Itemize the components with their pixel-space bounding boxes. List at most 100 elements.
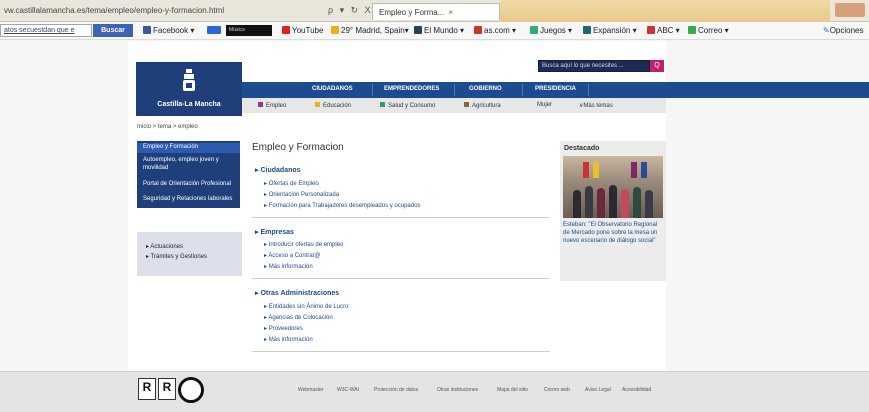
url-field[interactable]: vw.castillalamancha.es/tema/empleo/emple…: [4, 6, 224, 15]
wrench-icon: ✎: [823, 26, 830, 35]
site-search-button[interactable]: Q: [650, 60, 664, 72]
destacado-title: Destacado: [564, 145, 600, 152]
facebook-icon: [143, 26, 151, 34]
fav-juegos[interactable]: Juegos ▾: [530, 26, 572, 35]
theme-mas-temas[interactable]: ∨Más temas: [579, 102, 613, 109]
nav-emprendedores[interactable]: EMPRENDEDORES: [384, 86, 439, 92]
link-introducir-ofertas[interactable]: ▸ Introducir ofertas de empleo: [264, 241, 343, 248]
accessibility-ring-badge[interactable]: [178, 377, 204, 403]
web-page: Castilla-La Mancha Busca aquí lo que nec…: [0, 41, 869, 412]
youtube-icon: [282, 26, 290, 34]
left-sidebar-nav: Empleo y Formación Autoempleo, empleo jo…: [137, 141, 240, 208]
sidebar-item-seguridad[interactable]: Seguridad y Relaciones laborales: [143, 195, 237, 203]
browser-address-bar: vw.castillalamancha.es/tema/empleo/emple…: [0, 0, 869, 22]
theme-salud[interactable]: Salud y Consumo: [380, 102, 435, 109]
link-ofertas[interactable]: ▸ Ofertas de Empleo: [264, 180, 319, 187]
as-icon: [474, 26, 482, 34]
theme-empleo[interactable]: Empleo: [258, 102, 286, 109]
footer-correo[interactable]: Correo web: [544, 387, 570, 393]
window-buttons[interactable]: [835, 3, 865, 17]
actuaciones-link[interactable]: ▸ Actuaciones: [146, 243, 183, 250]
destacado-photo[interactable]: [563, 156, 663, 218]
divider: [252, 351, 550, 352]
site-footer: R R Webmaster W3C-WAI Protección de dato…: [0, 371, 869, 412]
favorites-bar: atos secuestdan que e Buscar Facebook ▾ …: [0, 22, 869, 40]
link-mas-info-empresas[interactable]: ▸ Más información: [264, 263, 313, 270]
footer-accesibilidad[interactable]: Accesibilidad: [622, 387, 651, 393]
link-agencias[interactable]: ▸ Agencias de Colocación: [264, 314, 333, 321]
theme-agricultura[interactable]: Agricultura: [464, 102, 501, 109]
fav-facebook[interactable]: Facebook ▾: [143, 26, 194, 35]
destacado-text[interactable]: Esteban: "El Observatorio Regional de Me…: [563, 221, 665, 245]
nav-gobierno[interactable]: GOBIERNO: [469, 86, 502, 92]
footer-webmaster[interactable]: Webmaster: [298, 387, 323, 393]
person-figure: [609, 185, 617, 218]
theme-educacion[interactable]: Educación: [315, 102, 351, 109]
divider: [252, 217, 550, 218]
buscar-button[interactable]: Buscar: [93, 24, 133, 37]
fav-youtube[interactable]: YouTube: [282, 26, 323, 35]
fav-abc[interactable]: ABC ▾: [647, 26, 680, 35]
footer-aviso[interactable]: Aviso Legal: [585, 387, 611, 393]
crest-icon: [183, 69, 195, 91]
person-figure: [585, 186, 593, 218]
nav-separator: [372, 84, 373, 96]
footer-proteccion[interactable]: Protección de datos: [374, 387, 418, 393]
person-figure: [645, 190, 653, 218]
site-logo[interactable]: Castilla-La Mancha: [136, 62, 242, 116]
footer-instituciones[interactable]: Otras instituciones: [437, 387, 478, 393]
correo-icon: [688, 26, 696, 34]
main-nav: CIUDADANOS EMPRENDEDORES GOBIERNO PRESID…: [242, 82, 869, 98]
link-orientacion[interactable]: ▸ Orientación Personalizada: [264, 191, 339, 198]
person-figure: [633, 187, 641, 218]
nav-presidencia[interactable]: PRESIDENCIA: [535, 86, 576, 92]
abc-icon: [647, 26, 655, 34]
fav-weather[interactable]: 29° Madrid, Spain▾: [331, 26, 409, 35]
footer-mapa[interactable]: Mapa del sitio: [497, 387, 528, 393]
flag-icon: [583, 162, 589, 178]
accessibility-badge[interactable]: R: [138, 378, 156, 400]
link-contrata[interactable]: ▸ Acceso a Contrat@: [264, 252, 320, 259]
nav-ciudadanos[interactable]: CIUDADANOS: [312, 86, 353, 92]
sidebar-item-autoempleo[interactable]: Autoempleo, empleo joven y movilidad: [143, 156, 237, 172]
toolbar-search-input[interactable]: atos secuestdan que e: [0, 24, 92, 37]
fav-music-icon-wrap[interactable]: [207, 26, 223, 35]
link-proveedores[interactable]: ▸ Proveedores: [264, 325, 303, 332]
music-box[interactable]: Música: [226, 25, 272, 36]
section-title-empresas: ▸ Empresas: [255, 229, 294, 236]
link-mas-info-otras[interactable]: ▸ Más información: [264, 336, 313, 343]
tab-strip: [500, 0, 830, 22]
address-controls[interactable]: ρ ▾ ↻ X: [328, 5, 373, 16]
site-search-input[interactable]: Busca aquí lo que necesites ...: [538, 60, 650, 72]
sidebar-item-orientacion[interactable]: Portal de Orientación Profesional: [143, 180, 237, 188]
close-tab-icon[interactable]: ×: [448, 8, 453, 17]
browser-tab[interactable]: Empleo y Forma... ×: [372, 3, 500, 20]
nav-separator: [588, 84, 589, 96]
fav-correo[interactable]: Correo ▾: [688, 26, 729, 35]
divider: [252, 278, 550, 279]
weather-icon: [331, 26, 339, 34]
sidebar-item-empleo[interactable]: Empleo y Formación: [137, 143, 240, 153]
person-figure: [573, 190, 581, 218]
tramites-link[interactable]: ▸ Trámites y Gestiones: [146, 253, 207, 260]
tab-title: Empleo y Forma...: [379, 8, 445, 17]
link-entidades[interactable]: ▸ Entidades sin Ánimo de Lucro: [264, 303, 348, 310]
fav-elmundo[interactable]: El Mundo ▾: [414, 26, 464, 35]
actions-box: ▸ Actuaciones ▸ Trámites y Gestiones: [137, 232, 242, 276]
flag-icon: [641, 162, 647, 178]
fav-expansion[interactable]: Expansión ▾: [583, 26, 637, 35]
agricultura-dot-icon: [464, 102, 469, 107]
elmundo-icon: [414, 26, 422, 34]
options-button[interactable]: ✎Opciones: [823, 26, 864, 35]
breadcrumb[interactable]: Inicio > tema > empleo: [137, 124, 198, 130]
fav-as[interactable]: as.com ▾: [474, 26, 516, 35]
theme-mujer[interactable]: Mujer: [537, 102, 552, 108]
link-formacion[interactable]: ▸ Formación para Trabajadores desemplead…: [264, 202, 420, 209]
theme-nav: Empleo Educación Salud y Consumo Agricul…: [242, 98, 666, 113]
section-title-otras: ▸ Otras Administraciones: [255, 290, 340, 297]
person-figure: [621, 189, 629, 218]
educacion-dot-icon: [315, 102, 320, 107]
nav-separator: [522, 84, 523, 96]
footer-w3c[interactable]: W3C-WAI: [337, 387, 359, 393]
accessibility-badge[interactable]: R: [158, 378, 176, 400]
